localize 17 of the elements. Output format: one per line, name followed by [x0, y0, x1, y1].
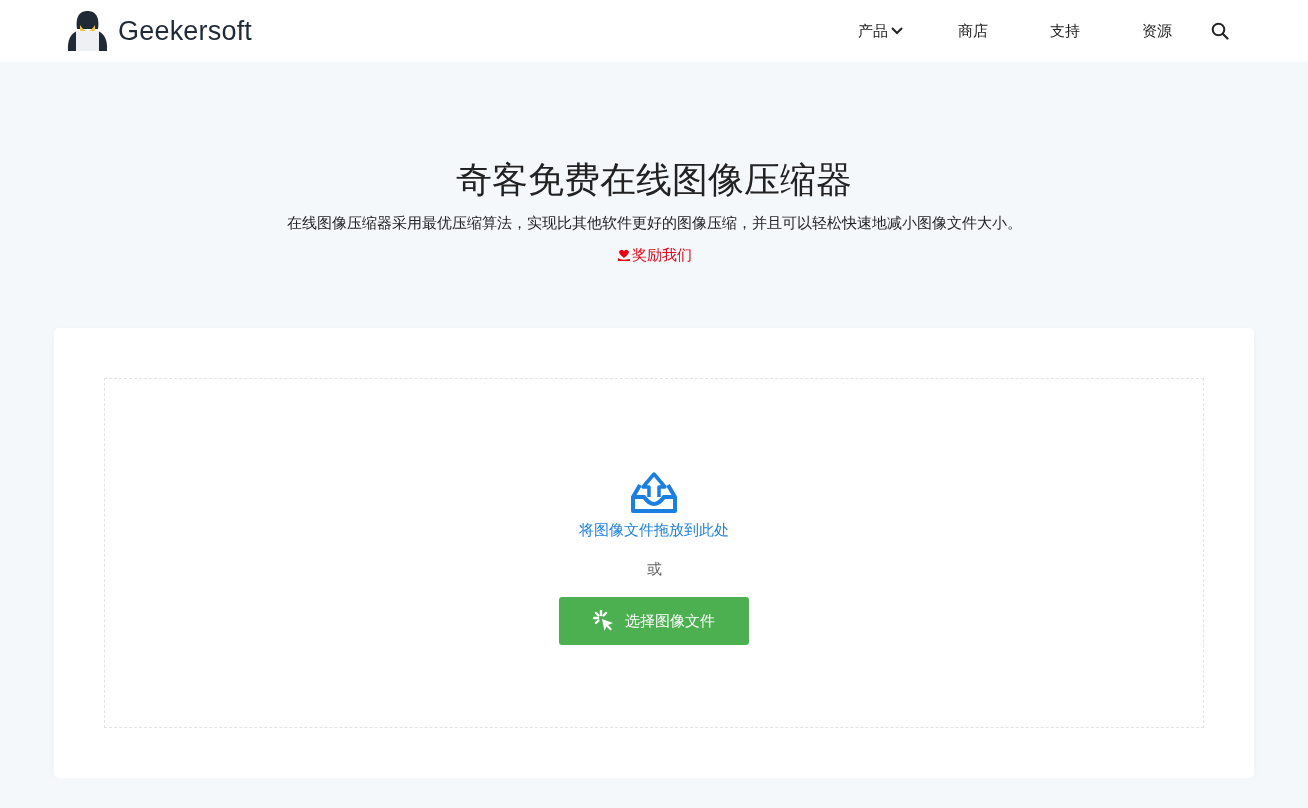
logo-text: Geekersoft [118, 15, 253, 47]
nav-link[interactable]: 产品 [835, 21, 927, 41]
nav-link[interactable]: 资源 [1111, 21, 1203, 41]
cursor-click-icon [593, 610, 615, 632]
page-title: 奇客免费在线图像压缩器 [455, 158, 853, 202]
donate-link[interactable]: 奖励我们 [616, 246, 692, 265]
or-separator: 或 [646, 560, 662, 579]
drop-zone[interactable]: 将图像文件拖放到此处 或 选择图像文件 [104, 378, 1204, 728]
heart-hand-icon [616, 249, 631, 262]
drop-instruction: 将图像文件拖放到此处 [579, 521, 729, 540]
upload-tray-icon [630, 471, 678, 513]
nav-link[interactable]: 商店 [927, 21, 1019, 41]
chevron-down-icon [890, 26, 904, 36]
hacker-logo-icon [65, 11, 110, 51]
nav-link[interactable]: 支持 [1019, 21, 1111, 41]
search-icon[interactable] [1211, 22, 1229, 40]
page-description: 在线图像压缩器采用最优压缩算法，实现比其他软件更好的图像压缩，并且可以轻松快速地减小图像文件大小。 [285, 214, 1023, 233]
